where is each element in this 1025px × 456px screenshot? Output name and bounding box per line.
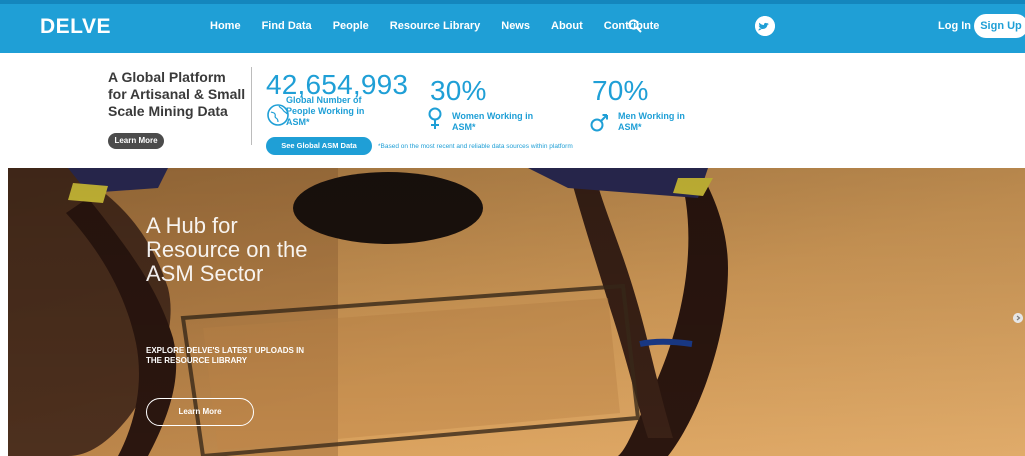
hero-learn-more-button[interactable]: Learn More (146, 398, 254, 426)
hero-title: A Hub for Resource on the ASM Sector (146, 213, 308, 286)
learn-more-button[interactable]: Learn More (108, 133, 164, 149)
search-icon[interactable] (627, 18, 643, 34)
top-nav: DELVE Home Find Data People Resource Lib… (0, 0, 1025, 53)
women-percent: 30% (430, 75, 487, 106)
men-label: Men Working in ASM* (618, 111, 685, 132)
nav-home[interactable]: Home (210, 20, 241, 32)
nav-border (0, 0, 1025, 4)
stats-band: A Global Platform for Artisanal & Small … (0, 53, 1025, 168)
female-icon (428, 107, 442, 129)
see-global-asm-data-button[interactable]: See Global ASM Data (266, 137, 372, 155)
male-icon (590, 114, 608, 132)
stats-footnote: *Based on the most recent and reliable d… (378, 143, 573, 150)
nav-links: Home Find Data People Resource Library N… (210, 20, 680, 32)
login-link[interactable]: Log In (938, 20, 971, 32)
vertical-divider (251, 67, 252, 145)
nav-resource-library[interactable]: Resource Library (390, 20, 480, 32)
nav-find-data[interactable]: Find Data (262, 20, 312, 32)
women-label: Women Working in ASM* (452, 111, 534, 132)
signup-button[interactable]: Sign Up (974, 14, 1025, 38)
nav-people[interactable]: People (333, 20, 369, 32)
men-percent: 70% (592, 75, 649, 106)
twitter-icon[interactable] (755, 16, 775, 36)
delve-logo[interactable]: DELVE (40, 15, 111, 39)
platform-tagline: A Global Platform for Artisanal & Small … (108, 69, 246, 119)
hero-subtitle: EXPLORE DELVE'S LATEST UPLOADS IN THE RE… (146, 346, 305, 365)
chevron-right-icon[interactable] (1013, 313, 1023, 323)
nav-about[interactable]: About (551, 20, 583, 32)
global-people-label: Global Number of People Working in ASM* (286, 95, 365, 127)
nav-news[interactable]: News (501, 20, 530, 32)
hero-banner: A Hub for Resource on the ASM Sector EXP… (8, 168, 1025, 456)
